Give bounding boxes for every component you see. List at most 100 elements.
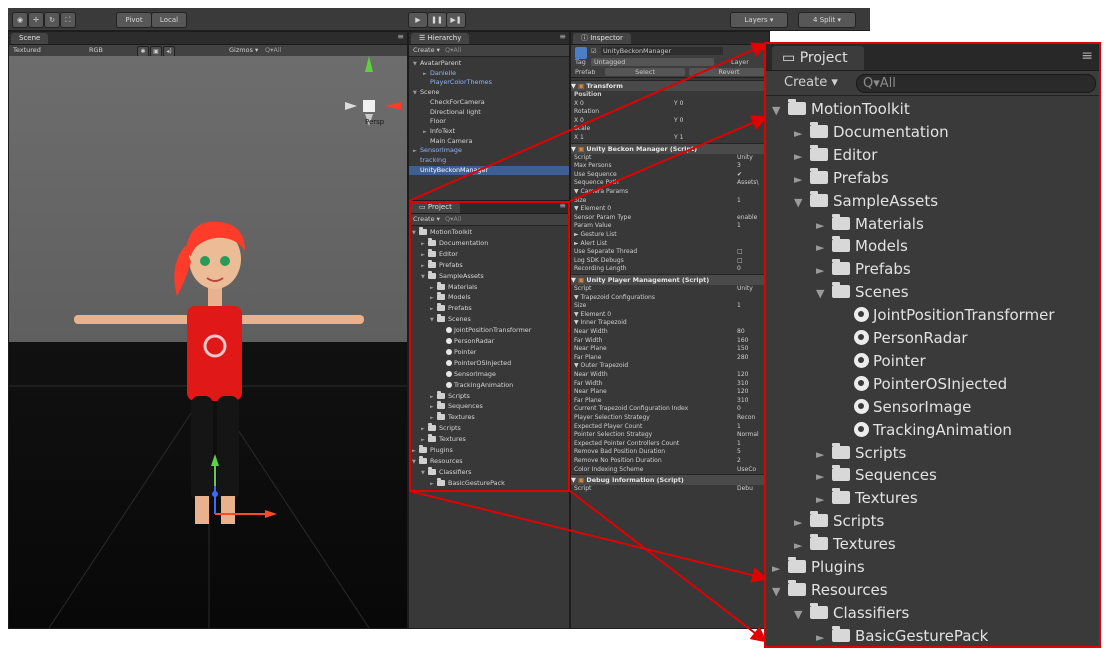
unity-scene-icon xyxy=(854,330,869,345)
folder-item[interactable]: ► Plugins xyxy=(766,556,1099,579)
tree-arrow-icon[interactable]: ► xyxy=(816,465,832,488)
project-panel-zoomed: ▭ Project ≡ Create ▾ Q▾All ▼ MotionToolki… xyxy=(764,42,1101,648)
tree-item-label: Plugins xyxy=(811,558,865,576)
folder-item[interactable]: ► Textures xyxy=(766,487,1099,510)
tree-arrow-icon[interactable]: ▼ xyxy=(772,99,788,122)
tree-item-label: Models xyxy=(855,237,908,256)
project-create-dropdown[interactable]: Create ▾ xyxy=(784,71,838,95)
folder-icon xyxy=(810,534,828,551)
folder-item[interactable]: ► Textures xyxy=(766,533,1099,556)
tab-project[interactable]: ▭ Project xyxy=(772,46,864,70)
folder-icon xyxy=(810,121,828,138)
folder-icon xyxy=(810,190,828,207)
project-tabbar: ▭ Project ≡ xyxy=(766,44,1099,71)
folder-item[interactable]: ▼ MotionToolkit xyxy=(766,98,1099,121)
folder-icon xyxy=(788,557,806,573)
tree-arrow-icon[interactable]: ► xyxy=(794,511,810,534)
tree-arrow-icon[interactable]: ► xyxy=(816,259,832,282)
folder-icon xyxy=(788,99,806,115)
tree-item-label: Classifiers xyxy=(833,603,910,622)
unity-scene-icon xyxy=(854,398,869,414)
folder-icon xyxy=(832,488,850,505)
tree-item-label: SensorImage xyxy=(873,397,972,416)
folder-item[interactable]: ► Documentation xyxy=(766,121,1099,144)
folder-icon xyxy=(788,579,806,596)
tree-arrow-icon[interactable]: ► xyxy=(816,214,832,237)
folder-icon xyxy=(832,442,850,459)
tree-item-label: PersonRadar xyxy=(873,329,968,347)
scene-asset-item[interactable]: JointPositionTransformer xyxy=(766,304,1099,327)
tree-item-label: Scripts xyxy=(833,512,885,531)
tree-item-label: Pointer xyxy=(873,351,926,370)
scene-asset-item[interactable]: Pointer xyxy=(766,350,1099,373)
tree-arrow-icon[interactable]: ► xyxy=(816,443,832,466)
folder-item[interactable]: ► BasicGesturePack xyxy=(766,625,1099,646)
project-tab-label: Project xyxy=(799,50,848,66)
folder-icon xyxy=(832,625,850,642)
folder-icon xyxy=(810,144,828,161)
folder-icon xyxy=(810,167,828,184)
folder-item[interactable]: ▼ Scenes xyxy=(766,281,1099,304)
tree-arrow-icon[interactable]: ▼ xyxy=(794,191,810,214)
unity-scene-icon xyxy=(854,307,869,323)
tree-arrow-icon[interactable]: ► xyxy=(794,534,810,557)
folder-item[interactable]: ▼ Classifiers xyxy=(766,602,1099,625)
tree-arrow-icon[interactable]: ▼ xyxy=(794,603,810,626)
scene-asset-item[interactable]: PersonRadar xyxy=(766,327,1099,350)
project-toolbar: Create ▾ Q▾All xyxy=(766,71,1099,96)
tree-arrow-icon[interactable]: ► xyxy=(794,168,810,191)
project-search-input[interactable]: Q▾All xyxy=(856,74,1096,93)
folder-icon xyxy=(832,236,850,253)
tree-item-label: Textures xyxy=(855,489,918,508)
folder-item[interactable]: ► Scripts xyxy=(766,510,1099,533)
tree-item-label: PointerOSInjected xyxy=(873,374,1008,393)
panel-menu-icon[interactable]: ≡ xyxy=(1081,48,1093,64)
tree-item-label: Scripts xyxy=(855,443,907,462)
tree-item-label: Prefabs xyxy=(833,168,889,187)
scene-asset-item[interactable]: PointerOSInjected xyxy=(766,373,1099,396)
tree-arrow-icon[interactable]: ► xyxy=(816,626,832,646)
tree-item-label: Scenes xyxy=(855,283,909,302)
scene-asset-item[interactable]: SensorImage xyxy=(766,396,1099,419)
tree-arrow-icon[interactable]: ▼ xyxy=(816,282,832,305)
tree-arrow-icon[interactable]: ► xyxy=(794,122,810,145)
tree-arrow-icon[interactable]: ► xyxy=(816,236,832,259)
folder-item[interactable]: ► Models xyxy=(766,235,1099,258)
folder-icon xyxy=(810,602,828,619)
tree-item-label: MotionToolkit xyxy=(811,100,910,118)
tree-item-label: JointPositionTransformer xyxy=(873,306,1055,325)
tree-item-label: Materials xyxy=(855,214,924,233)
callout-arrow-2 xyxy=(569,115,768,202)
folder-item[interactable]: ► Prefabs xyxy=(766,167,1099,190)
tree-arrow-icon[interactable]: ► xyxy=(772,557,788,580)
tree-item-label: Prefabs xyxy=(855,260,911,279)
project-search-text: All xyxy=(879,76,896,91)
tree-item-label: Sequences xyxy=(855,466,937,485)
tree-item-label: TrackingAnimation xyxy=(873,420,1012,439)
unity-scene-icon xyxy=(854,421,869,437)
tree-item-label: SampleAssets xyxy=(833,191,939,210)
tree-item-label: Editor xyxy=(833,145,878,164)
scene-asset-item[interactable]: TrackingAnimation xyxy=(766,419,1099,442)
folder-item[interactable]: ► Scripts xyxy=(766,442,1099,465)
folder-item[interactable]: ► Editor xyxy=(766,144,1099,167)
folder-item[interactable]: ► Prefabs xyxy=(766,258,1099,281)
folder-icon xyxy=(832,259,850,276)
search-icon: Q▾ xyxy=(863,76,880,91)
folder-item[interactable]: ▼ Resources xyxy=(766,579,1099,602)
tree-item-label: Textures xyxy=(833,535,896,554)
project-tab-icon: ▭ xyxy=(782,50,796,66)
tree-arrow-icon[interactable]: ► xyxy=(816,488,832,511)
tree-arrow-icon[interactable]: ▼ xyxy=(772,580,788,603)
project-create-label: Create xyxy=(784,75,828,90)
folder-item[interactable]: ► Sequences xyxy=(766,464,1099,487)
callout-arrow-4 xyxy=(569,490,768,643)
folder-icon xyxy=(832,213,850,230)
callout-arrow-1 xyxy=(408,42,768,202)
tree-item-label: Documentation xyxy=(833,122,949,141)
folder-item[interactable]: ► Materials xyxy=(766,213,1099,236)
folder-item[interactable]: ▼ SampleAssets xyxy=(766,190,1099,213)
tree-arrow-icon[interactable]: ► xyxy=(794,145,810,168)
folder-icon xyxy=(832,465,850,482)
tree-item-label: Resources xyxy=(811,580,888,599)
